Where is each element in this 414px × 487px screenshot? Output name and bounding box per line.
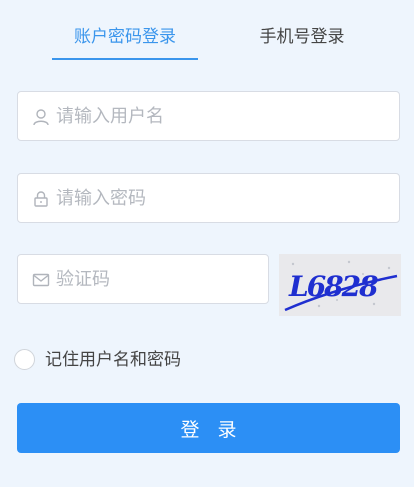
captcha-text: L6828	[288, 270, 378, 303]
tab-phone-login[interactable]: 手机号登录	[250, 24, 354, 50]
tab-account-login[interactable]: 账户密码登录	[52, 24, 198, 50]
username-field[interactable]	[17, 91, 400, 141]
username-input[interactable]	[56, 92, 391, 140]
captcha-image[interactable]: L6828	[279, 254, 401, 316]
active-tab-indicator	[52, 58, 198, 60]
envelope-icon	[32, 273, 50, 287]
captcha-graphic: L6828	[284, 260, 398, 312]
captcha-field[interactable]	[17, 254, 269, 304]
remember-label: 记住用户名和密码	[45, 350, 181, 370]
password-input[interactable]	[56, 174, 391, 222]
lock-icon	[34, 191, 48, 207]
remember-radio[interactable]	[14, 349, 35, 370]
login-button[interactable]: 登 录	[17, 403, 400, 453]
password-field[interactable]	[17, 173, 400, 223]
login-tabs: 账户密码登录 手机号登录	[0, 0, 414, 62]
captcha-input[interactable]	[56, 255, 260, 303]
user-icon	[33, 109, 49, 126]
